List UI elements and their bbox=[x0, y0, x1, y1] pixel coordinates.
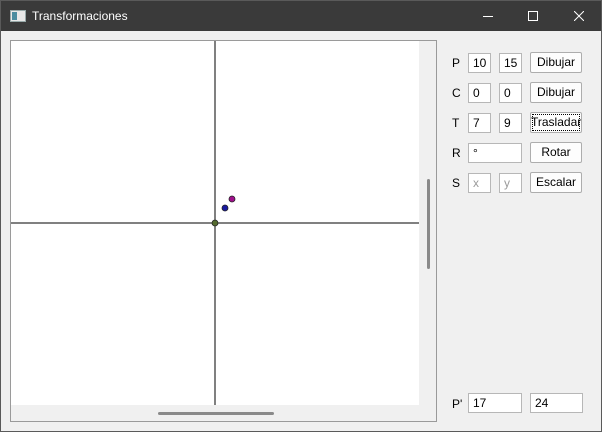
maximize-icon bbox=[528, 11, 538, 21]
result-y-field[interactable]: 24 bbox=[530, 393, 583, 413]
label-p-prime: P' bbox=[452, 397, 463, 411]
close-icon bbox=[574, 11, 584, 21]
draw-center-button[interactable]: Dibujar bbox=[530, 82, 582, 103]
label-s: S bbox=[452, 176, 461, 190]
horizontal-scrollbar[interactable] bbox=[158, 412, 274, 415]
vertical-scrollbar[interactable] bbox=[427, 179, 430, 269]
close-button[interactable] bbox=[556, 1, 602, 31]
minimize-button[interactable] bbox=[465, 1, 511, 31]
p-y-field[interactable]: 15 bbox=[499, 53, 522, 73]
t-y-field[interactable]: 9 bbox=[499, 113, 522, 133]
c-y-field[interactable]: 0 bbox=[499, 83, 522, 103]
scale-y-field[interactable]: y bbox=[499, 173, 522, 193]
plot-area bbox=[11, 41, 419, 405]
c-x-field[interactable]: 0 bbox=[468, 83, 491, 103]
translate-button[interactable]: Trasladar bbox=[530, 112, 582, 133]
draw-point-button[interactable]: Dibujar bbox=[530, 52, 582, 73]
point-p bbox=[221, 204, 229, 212]
result-x-field[interactable]: 17 bbox=[468, 393, 522, 413]
point-p-prime bbox=[228, 195, 236, 203]
point-origin bbox=[211, 219, 219, 227]
title-bar[interactable]: Transformaciones bbox=[1, 1, 601, 31]
label-r: R bbox=[452, 146, 461, 160]
drawing-panel bbox=[10, 40, 437, 422]
scale-button[interactable]: Escalar bbox=[530, 172, 582, 193]
rotation-angle-field[interactable]: ° bbox=[468, 143, 522, 163]
p-x-field[interactable]: 10 bbox=[468, 53, 491, 73]
minimize-icon bbox=[483, 16, 493, 17]
label-t: T bbox=[452, 116, 460, 130]
app-window: Transformaciones P 10 15 Dibujar C 0 0 D… bbox=[0, 0, 602, 432]
scale-x-field[interactable]: x bbox=[468, 173, 491, 193]
rotate-button[interactable]: Rotar bbox=[530, 142, 582, 163]
t-x-field[interactable]: 7 bbox=[468, 113, 491, 133]
drawing-canvas[interactable] bbox=[11, 41, 419, 405]
app-icon bbox=[10, 10, 26, 22]
label-p: P bbox=[452, 56, 461, 70]
maximize-button[interactable] bbox=[510, 1, 556, 31]
window-title: Transformaciones bbox=[32, 9, 128, 23]
label-c: C bbox=[452, 86, 461, 100]
